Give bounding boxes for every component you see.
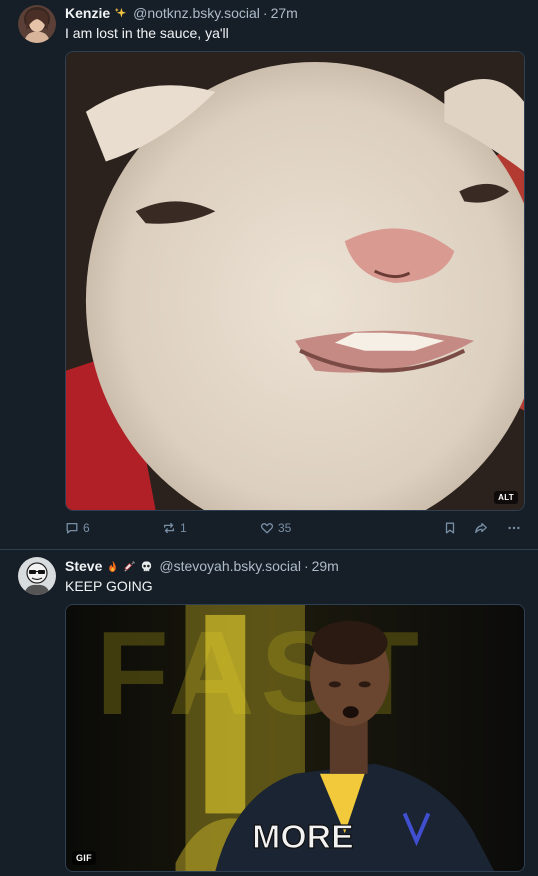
feed: Kenzie @notknz.bsky.social · 27m I am lo… [0,0,538,876]
post-text: KEEP GOING [65,578,153,594]
post-time[interactable]: 29m [312,557,339,575]
reply-count: 6 [83,521,90,535]
bookmark-icon [445,522,455,534]
bookmark-button[interactable] [443,521,457,535]
like-count: 35 [278,521,292,535]
like-button[interactable]: 35 [260,521,291,535]
post-text: I am lost in the sauce, ya'll [65,25,229,41]
post-time[interactable]: 27m [271,4,298,22]
author-handle[interactable]: @stevoyah.bsky.social [159,557,301,575]
post-gif[interactable]: FAST MORE GIF [65,604,525,872]
author-handle[interactable]: @notknz.bsky.social [133,4,260,22]
more-icon [508,526,520,530]
reply-button[interactable]: 6 [65,521,90,535]
gif-badge[interactable]: GIF [72,851,96,865]
post-header: Steve @stevoyah.bsky.social · 29m [65,557,339,575]
alt-badge[interactable]: ALT [494,491,518,504]
syringe-icon [123,560,136,573]
avatar[interactable] [18,5,56,43]
gif-caption: MORE [252,818,354,856]
heart-icon [260,523,274,534]
post-actions: 6 1 35 [65,521,525,539]
repost-count: 1 [180,521,187,535]
post-image[interactable]: ALT [65,51,525,511]
share-icon [475,522,487,534]
avatar[interactable] [18,557,56,595]
post-header: Kenzie @notknz.bsky.social · 27m [65,4,298,22]
post-steve[interactable]: Steve @stevoyah.bsky.social · 29m KEEP G… [0,550,538,876]
sparkles-icon [114,7,127,20]
fire-icon [106,560,119,573]
author-name[interactable]: Kenzie [65,4,110,22]
skull-icon [140,560,153,573]
post-kenzie[interactable]: Kenzie @notknz.bsky.social · 27m I am lo… [0,0,538,549]
reply-icon [66,522,78,534]
more-options-button[interactable] [507,521,521,535]
separator-dot: · [262,5,268,21]
author-name[interactable]: Steve [65,557,102,575]
repost-icon [163,522,175,534]
share-button[interactable] [474,521,488,535]
separator-dot: · [303,558,309,574]
repost-button[interactable]: 1 [162,521,187,535]
